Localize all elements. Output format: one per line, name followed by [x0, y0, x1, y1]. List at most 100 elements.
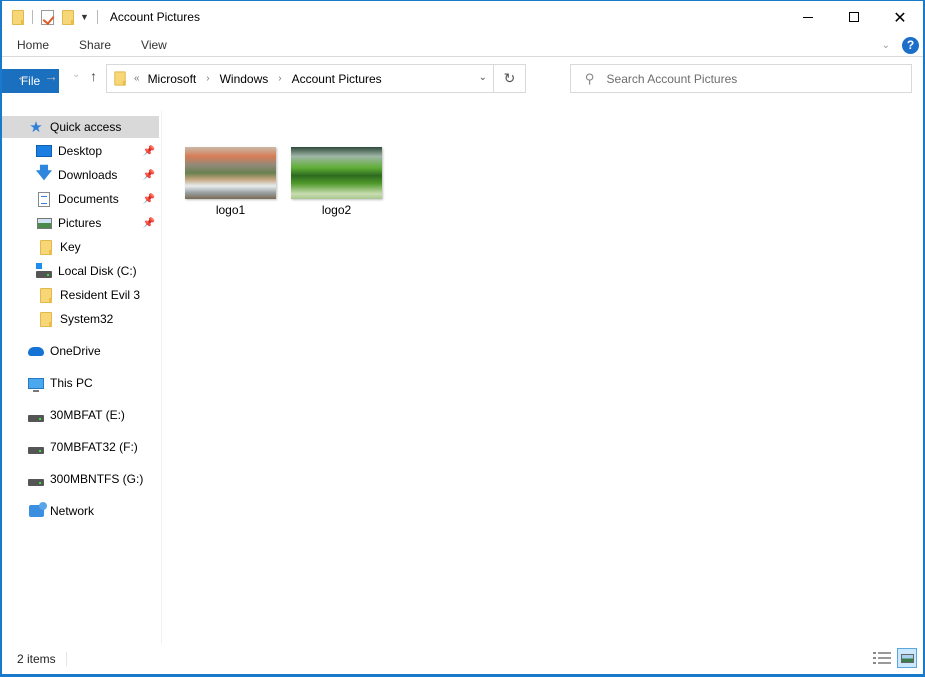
window-controls: ✕: [785, 1, 923, 33]
recent-locations-button[interactable]: ⌄: [72, 69, 80, 80]
search-box[interactable]: ⚲ Search Account Pictures: [570, 64, 912, 93]
sidebar-item-label: 300MBNTFS (G:): [50, 472, 144, 486]
sidebar-item-label: Quick access: [50, 120, 122, 134]
sidebar-item-this-pc[interactable]: This PC: [2, 372, 159, 394]
maximize-icon: [849, 12, 859, 22]
sidebar-item-label: 30MBFAT (E:): [50, 408, 125, 422]
breadcrumb-account-pictures[interactable]: Account Pictures: [292, 72, 382, 86]
quick-access-toolbar: ▼ Account Pictures: [2, 1, 200, 33]
sidebar-item-label: Key: [60, 240, 81, 254]
file-list: logo1 logo2: [163, 111, 923, 644]
folder-icon: [12, 9, 24, 25]
sidebar-item-label: Resident Evil 3: [60, 288, 141, 302]
large-icons-view-icon: [900, 653, 914, 663]
desktop-icon: [36, 143, 52, 159]
search-input[interactable]: Search Account Pictures: [607, 72, 738, 86]
close-icon: ✕: [893, 7, 907, 27]
sidebar-item-drive-f[interactable]: 70MBFAT32 (F:): [2, 436, 159, 458]
pin-icon[interactable]: 📌: [143, 218, 155, 229]
local-disk-icon: [36, 263, 52, 279]
divider: [96, 10, 98, 24]
network-icon: [28, 502, 47, 519]
navigation-bar: ← → ⌄ ↑ « Microsoft › Windows › Account …: [2, 62, 923, 94]
refresh-button[interactable]: ↻: [493, 65, 525, 92]
pictures-icon: [36, 215, 52, 231]
breadcrumb-overflow[interactable]: «: [134, 73, 140, 84]
ribbon-tabs: File Home Share View ⌄ ?: [2, 33, 923, 93]
breadcrumb-microsoft[interactable]: Microsoft: [148, 72, 197, 86]
pin-icon[interactable]: 📌: [143, 194, 155, 205]
quick-access-star-icon: ★: [29, 119, 43, 136]
minimize-button[interactable]: [785, 1, 831, 33]
properties-icon[interactable]: [41, 9, 54, 25]
breadcrumb-windows[interactable]: Windows: [220, 72, 269, 86]
new-folder-icon[interactable]: [62, 9, 74, 25]
file-item[interactable]: logo2: [289, 147, 384, 217]
file-item[interactable]: logo1: [183, 147, 278, 217]
forward-button[interactable]: →: [44, 68, 58, 84]
navigation-pane: ★ Quick access Desktop 📌 🡇 Downloads 📌 D…: [2, 111, 162, 644]
onedrive-icon: [28, 343, 44, 359]
tab-view[interactable]: View: [126, 33, 182, 57]
pin-icon[interactable]: 📌: [143, 146, 155, 157]
sidebar-item-pictures[interactable]: Pictures 📌: [2, 212, 159, 234]
file-name: logo2: [321, 203, 352, 217]
sidebar-item-desktop[interactable]: Desktop 📌: [2, 140, 159, 162]
item-count: 2 items: [17, 652, 56, 666]
sidebar-item-label: 70MBFAT32 (F:): [50, 440, 138, 454]
customize-toolbar-dropdown-icon[interactable]: ▼: [80, 12, 89, 22]
sidebar-item-key[interactable]: Key: [2, 236, 159, 258]
details-view-button[interactable]: [873, 651, 891, 665]
folder-icon: [114, 71, 126, 86]
sidebar-item-label: Local Disk (C:): [58, 264, 137, 278]
tab-home[interactable]: Home: [2, 33, 64, 57]
sidebar-item-local-disk-c[interactable]: Local Disk (C:): [2, 260, 159, 282]
address-history-dropdown-icon[interactable]: ⌄: [479, 72, 487, 83]
pin-icon[interactable]: 📌: [143, 170, 155, 181]
explorer-window: ▼ Account Pictures ✕ File Home Share Vie…: [0, 0, 925, 677]
drive-icon: [28, 439, 44, 455]
maximize-button[interactable]: [831, 1, 877, 33]
drive-icon: [28, 407, 44, 423]
large-icons-view-button[interactable]: [897, 648, 917, 668]
drive-icon: [28, 471, 44, 487]
breadcrumb: « Microsoft › Windows › Account Pictures: [134, 72, 382, 86]
sidebar-item-documents[interactable]: Documents 📌: [2, 188, 159, 210]
ribbon-right: ⌄ ?: [882, 33, 919, 57]
title-bar: ▼ Account Pictures ✕: [2, 1, 923, 33]
sidebar-item-label: System32: [60, 312, 114, 326]
address-bar[interactable]: « Microsoft › Windows › Account Pictures…: [106, 64, 526, 93]
sidebar-item-drive-e[interactable]: 30MBFAT (E:): [2, 404, 159, 426]
this-pc-icon: [28, 375, 44, 392]
tab-share[interactable]: Share: [64, 33, 126, 57]
sidebar-item-quick-access[interactable]: ★ Quick access: [2, 116, 159, 138]
downloads-icon: 🡇: [35, 164, 53, 182]
image-thumbnail: [291, 147, 382, 199]
back-button[interactable]: ←: [16, 68, 30, 84]
folder-icon: [38, 239, 54, 255]
breadcrumb-chevron-icon[interactable]: ›: [278, 73, 281, 84]
image-thumbnail: [185, 147, 276, 199]
close-button[interactable]: ✕: [877, 1, 923, 33]
breadcrumb-chevron-icon[interactable]: ›: [206, 73, 209, 84]
folder-icon: [38, 287, 54, 303]
sidebar-item-system32[interactable]: System32: [2, 308, 159, 330]
folder-icon: [38, 311, 54, 327]
divider: [32, 10, 33, 24]
help-icon[interactable]: ?: [902, 36, 919, 54]
sidebar-item-network[interactable]: Network: [2, 500, 159, 522]
sidebar-item-label: Network: [50, 504, 95, 518]
sidebar-item-downloads[interactable]: 🡇 Downloads 📌: [2, 164, 159, 186]
expand-ribbon-chevron-icon[interactable]: ⌄: [882, 40, 890, 51]
divider: [65, 652, 67, 666]
window-title: Account Pictures: [109, 10, 200, 24]
sidebar-item-drive-g[interactable]: 300MBNTFS (G:): [2, 468, 159, 490]
sidebar-item-onedrive[interactable]: OneDrive: [2, 340, 159, 362]
sidebar-item-label: This PC: [50, 376, 93, 390]
sidebar-item-resident-evil-3[interactable]: Resident Evil 3: [2, 284, 159, 306]
file-name: logo1: [215, 203, 246, 217]
up-button[interactable]: ↑: [90, 68, 97, 84]
sidebar-item-label: OneDrive: [50, 344, 101, 358]
status-bar: 2 items: [2, 644, 923, 674]
minimize-icon: [803, 16, 813, 18]
